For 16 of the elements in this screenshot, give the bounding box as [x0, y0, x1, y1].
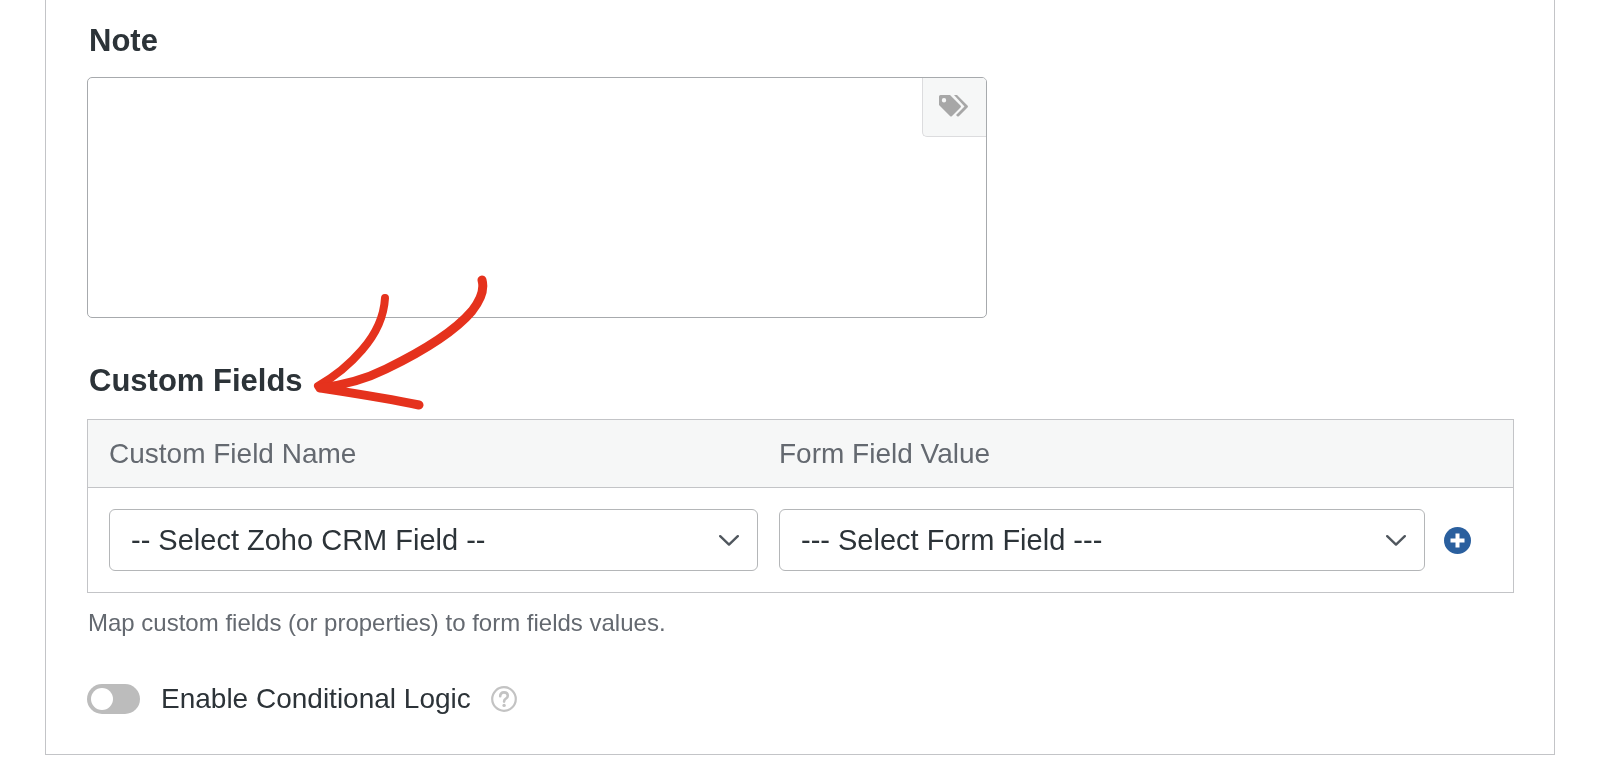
- column-header: Custom Field Name: [109, 437, 357, 470]
- note-textarea[interactable]: [87, 77, 987, 318]
- column-header: Form Field Value: [779, 437, 991, 470]
- chevron-down-icon: [1386, 534, 1406, 546]
- field-label: Note: [89, 23, 158, 59]
- help-icon[interactable]: [490, 686, 517, 712]
- add-row-icon[interactable]: [1444, 526, 1471, 554]
- toggle-label: Enable Conditional Logic: [161, 683, 471, 715]
- help-text: Map custom fields (or properties) to form fields values.: [88, 608, 666, 638]
- dropdown[interactable]: --- Select Form Field ---: [779, 509, 1425, 571]
- smart-tags-button[interactable]: [922, 78, 986, 137]
- section-heading: Custom Fields: [89, 363, 303, 399]
- dropdown[interactable]: -- Select Zoho CRM Field --: [109, 509, 758, 571]
- toggle-switch[interactable]: [87, 684, 140, 714]
- tags-icon: [939, 95, 970, 119]
- chevron-down-icon: [719, 534, 739, 546]
